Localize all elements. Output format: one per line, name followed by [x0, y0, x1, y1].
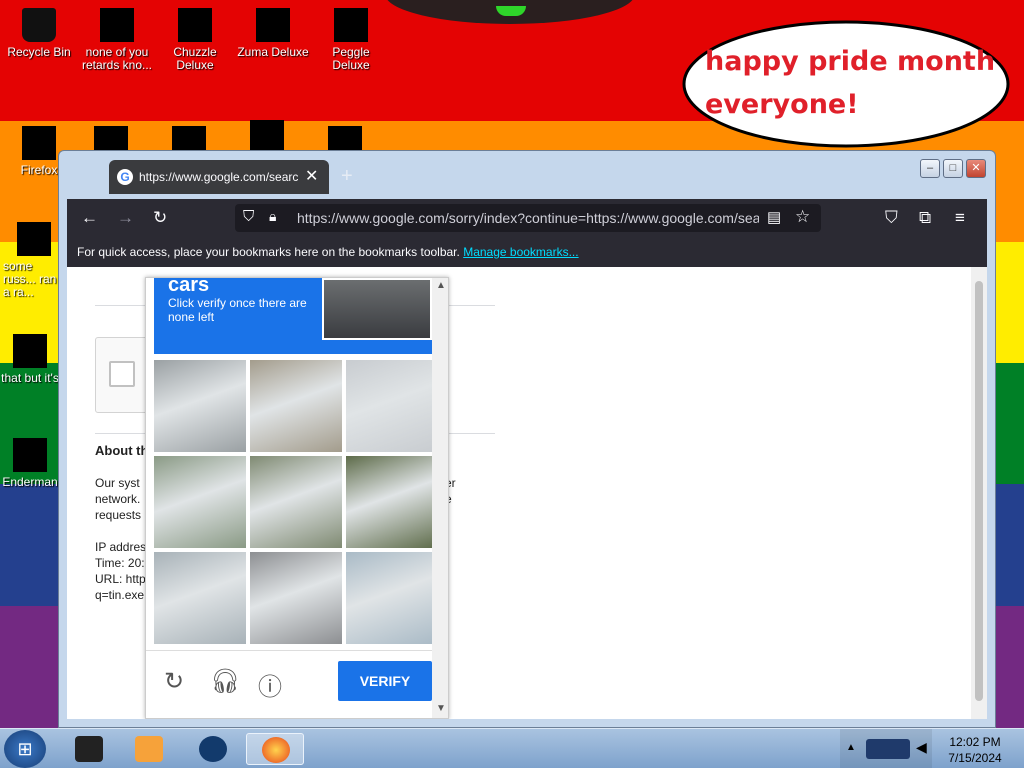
enderman-icon[interactable]: Enderman	[0, 438, 60, 489]
firefox-icon	[262, 737, 290, 763]
clock[interactable]: 12:02 PM 7/15/2024	[940, 734, 1010, 766]
captcha-header: cars Click verify once there are none le…	[154, 278, 432, 354]
info-icon[interactable]: ⓘ	[258, 667, 282, 702]
browser-window: G https://www.google.com/searc ✕ + – □ ✕…	[58, 150, 996, 728]
manage-bookmarks-link[interactable]: Manage bookmarks...	[463, 245, 578, 259]
back-icon[interactable]: ←	[81, 208, 98, 228]
close-tab-icon[interactable]: ✕	[305, 166, 318, 186]
show-hidden-icons[interactable]: ▲	[846, 742, 856, 753]
captcha-challenge: cars Click verify once there are none le…	[145, 277, 449, 719]
shield-icon[interactable]: ⛉	[243, 208, 254, 225]
forward-icon[interactable]: →	[117, 208, 134, 228]
bookmarks-hint: For quick access, place your bookmarks h…	[77, 245, 460, 259]
recycle-bin-icon[interactable]: Recycle Bin	[0, 8, 78, 59]
captcha-tile-street-motorcycle[interactable]	[250, 360, 342, 452]
captcha-tile-traffic-light[interactable]	[346, 360, 438, 452]
new-tab-button[interactable]: +	[341, 165, 353, 188]
captcha-tile-building-hedge[interactable]	[250, 456, 342, 548]
media-player-icon	[135, 736, 163, 762]
captcha-tile-streetlight[interactable]	[154, 552, 246, 644]
url-text: https://www.google.com/sorry/index?conti…	[297, 210, 759, 226]
menu-icon[interactable]: ≡	[955, 208, 965, 228]
reload-challenge-icon[interactable]: ↻	[164, 667, 184, 696]
bubble-text: happy pride month everyone!	[705, 46, 996, 120]
captcha-tile-bike-lane[interactable]	[154, 360, 246, 452]
extensions-icon[interactable]: ⧉	[919, 208, 931, 228]
desktop-file-icon[interactable]: that but it's	[0, 334, 60, 385]
taskbar-app-globe[interactable]	[184, 733, 242, 765]
bookmark-star-icon[interactable]: ☆	[795, 207, 810, 227]
peggle-deluxe-icon[interactable]: Peggle Deluxe	[312, 8, 390, 72]
audio-challenge-icon[interactable]: 🎧︎	[210, 667, 240, 696]
taskbar-app-terminal[interactable]	[60, 733, 118, 765]
terminal-icon	[75, 736, 103, 762]
tab-google[interactable]: G https://www.google.com/searc ✕	[109, 160, 329, 194]
url-bar[interactable]: ⛉ 🔒︎ https://www.google.com/sorry/index?…	[235, 204, 821, 232]
captcha-tile-garden[interactable]	[346, 456, 438, 548]
taskbar-app-firefox[interactable]	[246, 733, 304, 765]
google-icon: G	[117, 169, 133, 185]
captcha-heading: cars	[168, 277, 210, 296]
page-content: About th Our syst network. requests er e…	[67, 267, 987, 719]
desktop-file-icon[interactable]: none of you retards kno...	[78, 8, 156, 72]
bookmarks-toolbar: For quick access, place your bookmarks h…	[67, 237, 987, 267]
recaptcha-checkbox[interactable]	[109, 361, 135, 387]
reload-icon[interactable]: ↻	[153, 208, 167, 228]
desktop-file-icon[interactable]: some russ... ran a ra...	[0, 222, 60, 299]
maximize-button[interactable]: □	[943, 159, 963, 178]
system-tray: ▲ ◀︎	[840, 729, 932, 768]
taskbar: ⊞ ▲ ◀︎ 12:02 PM 7/15/2024	[0, 728, 1024, 768]
captcha-tile-palm-tree[interactable]	[346, 552, 438, 644]
captcha-tile-intersection[interactable]	[250, 552, 342, 644]
captcha-tile-trees-road[interactable]	[154, 456, 246, 548]
page-scrollbar[interactable]	[971, 267, 987, 719]
pocket-icon[interactable]: ⛉	[885, 208, 898, 228]
captcha-instruction: Click verify once there are none left	[168, 296, 307, 324]
close-button[interactable]: ✕	[966, 159, 986, 178]
captcha-footer: ↻ 🎧︎ ⓘ VERIFY	[146, 650, 448, 718]
start-button[interactable]: ⊞	[4, 730, 46, 768]
taskbar-app-media-player[interactable]	[120, 733, 178, 765]
about-heading: About th	[95, 443, 149, 458]
reader-view-icon[interactable]: ▤	[767, 208, 781, 226]
zuma-deluxe-icon[interactable]: Zuma Deluxe	[234, 8, 312, 59]
verify-button[interactable]: VERIFY	[338, 661, 432, 701]
sample-image	[322, 278, 432, 340]
minimize-button[interactable]: –	[920, 159, 940, 178]
navigation-toolbar: ← → ↻ ⛉ 🔒︎ https://www.google.com/sorry/…	[67, 199, 987, 237]
network-icon[interactable]	[866, 739, 910, 759]
captcha-scrollbar[interactable]: ▲ ▼	[432, 278, 448, 718]
chuzzle-deluxe-icon[interactable]: Chuzzle Deluxe	[156, 8, 234, 72]
globe-icon	[199, 736, 227, 762]
volume-icon[interactable]: ◀︎	[916, 739, 927, 756]
lock-icon[interactable]: 🔒︎	[269, 208, 276, 225]
